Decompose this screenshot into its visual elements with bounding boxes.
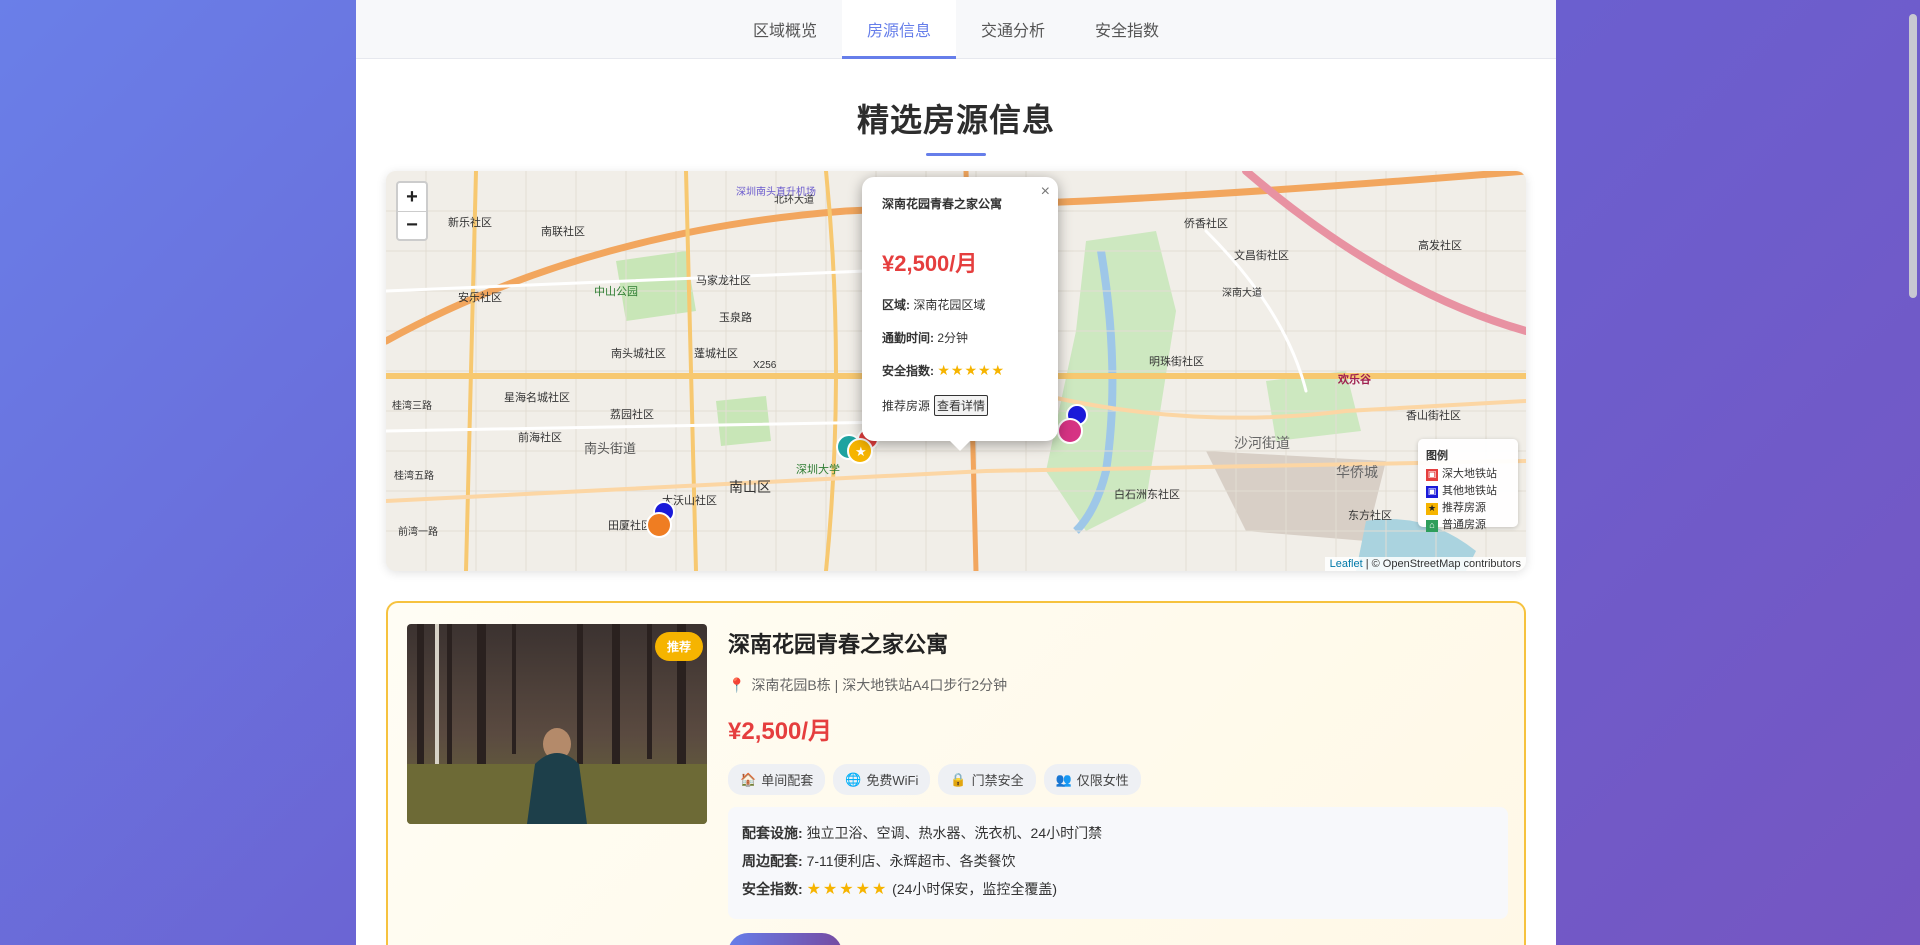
svg-text:东方社区: 东方社区 bbox=[1348, 508, 1392, 522]
svg-text:X256: X256 bbox=[753, 360, 777, 371]
svg-text:玉泉路: 玉泉路 bbox=[719, 310, 752, 324]
tab-area-overview[interactable]: 区域概览 bbox=[728, 0, 842, 58]
tab-safety[interactable]: 安全指数 bbox=[1070, 0, 1184, 58]
title-underline bbox=[926, 153, 986, 156]
svg-text:高发社区: 高发社区 bbox=[1418, 238, 1462, 252]
listing-price: ¥2,500/月 bbox=[728, 718, 833, 745]
svg-text:深圳南头直升机场: 深圳南头直升机场 bbox=[736, 185, 816, 198]
listing-info: 深南花园青春之家公寓 📍 深南花园B栋 | 深大地铁站A4口步行2分钟 ¥2,5… bbox=[728, 627, 1508, 919]
svg-text:欢乐谷: 欢乐谷 bbox=[1337, 372, 1372, 386]
facilities-row: 配套设施: 独立卫浴、空调、热水器、洗衣机、24小时门禁 bbox=[742, 825, 1103, 841]
listing-popup: × 深南花园青春之家公寓 ¥2,500/月 区域: 深南花园区域 通勤时间: 2… bbox=[862, 177, 1058, 451]
svg-text:田厦社区: 田厦社区 bbox=[608, 518, 652, 532]
metro-icon: ▣ bbox=[1426, 468, 1438, 481]
legend-item: ▣ 其他地铁站 bbox=[1426, 485, 1497, 498]
svg-text:桂湾五路: 桂湾五路 bbox=[394, 469, 434, 482]
tab-bar: 区域概览 房源信息 交通分析 安全指数 bbox=[356, 0, 1556, 59]
tag-security: 🔒 门禁安全 bbox=[938, 764, 1036, 795]
svg-text:前湾一路: 前湾一路 bbox=[398, 525, 438, 538]
tag-room-type: 🏠 单间配套 bbox=[728, 764, 826, 795]
svg-text:星海名城社区: 星海名城社区 bbox=[504, 390, 570, 404]
zoom-control: + − bbox=[396, 181, 428, 241]
listing-title[interactable]: 深南花园青春之家公寓 bbox=[728, 627, 1508, 659]
svg-text:文昌街社区: 文昌街社区 bbox=[1234, 248, 1289, 262]
page-scrollbar[interactable] bbox=[1909, 14, 1917, 298]
svg-text:南山区: 南山区 bbox=[729, 479, 771, 495]
tab-traffic[interactable]: 交通分析 bbox=[956, 0, 1070, 58]
zoom-in-button[interactable]: + bbox=[398, 183, 426, 211]
house-icon: ⌂ bbox=[1426, 519, 1438, 532]
star-icon: ★ bbox=[1426, 502, 1438, 515]
svg-text:★: ★ bbox=[855, 444, 867, 459]
popup-close-button[interactable]: × bbox=[1041, 183, 1050, 201]
svg-text:明珠街社区: 明珠街社区 bbox=[1149, 354, 1204, 368]
popup-footer: 推荐房源 查看详情 bbox=[882, 395, 1038, 416]
star-rating: ★★★★★ bbox=[937, 362, 1006, 378]
recommended-badge: 推荐 bbox=[655, 632, 704, 661]
content-card: 区域概览 房源信息 交通分析 安全指数 精选房源信息 新乐社区 南联社区 安乐社… bbox=[356, 0, 1556, 945]
house-icon: 🏠 bbox=[740, 771, 757, 787]
surroundings-row: 周边配套: 7-11便利店、永辉超市、各类餐饮 bbox=[742, 853, 1016, 869]
svg-text:侨香社区: 侨香社区 bbox=[1184, 216, 1228, 230]
zoom-out-button[interactable]: − bbox=[398, 211, 426, 239]
tab-listings[interactable]: 房源信息 bbox=[841, 0, 957, 59]
svg-text:前海社区: 前海社区 bbox=[518, 430, 562, 444]
svg-text:南头街道: 南头街道 bbox=[584, 441, 636, 456]
legend-item: ★ 推荐房源 bbox=[1426, 502, 1486, 515]
legend-title: 图例 bbox=[1426, 450, 1448, 462]
legend-item: ▣ 深大地铁站 bbox=[1426, 468, 1497, 481]
svg-text:白石洲东社区: 白石洲东社区 bbox=[1114, 487, 1180, 501]
popup-price: ¥2,500/月 bbox=[882, 251, 978, 276]
svg-text:中山公园: 中山公园 bbox=[594, 285, 638, 298]
svg-text:深圳大学: 深圳大学 bbox=[796, 462, 840, 476]
listing-card[interactable]: 推荐 深南花园青春之家公寓 📍 深南花园B栋 | 深大地铁站A4口步行2分钟 ¥… bbox=[386, 601, 1526, 945]
map-legend: 图例 ▣ 深大地铁站 ▣ 其他地铁站 ★ 推荐房源 ⌂ 普通房源 bbox=[1418, 439, 1518, 532]
tag-wifi: 🌐 免费WiFi bbox=[833, 764, 931, 795]
svg-text:深南大道: 深南大道 bbox=[1222, 286, 1262, 299]
popup-safety: 安全指数: ★★★★★ bbox=[882, 362, 1006, 378]
location-pin-icon: 📍 bbox=[728, 676, 746, 693]
lock-icon: 🔒 bbox=[950, 771, 967, 787]
safety-row: 安全指数: ★★★★★ (24小时保安，监控全覆盖) bbox=[742, 881, 1058, 898]
section-title: 精选房源信息 bbox=[856, 102, 1055, 138]
globe-icon: 🌐 bbox=[845, 771, 862, 787]
map-attribution: Leaflet | © OpenStreetMap contributors bbox=[1324, 557, 1526, 571]
view-details-button[interactable]: 查看详情 bbox=[934, 395, 989, 416]
legend-item: ⌂ 普通房源 bbox=[1426, 517, 1510, 534]
svg-text:马家龙社区: 马家龙社区 bbox=[696, 273, 751, 287]
svg-text:华侨城: 华侨城 bbox=[1336, 464, 1378, 480]
svg-text:南联社区: 南联社区 bbox=[541, 224, 585, 238]
people-icon: 👥 bbox=[1055, 771, 1072, 787]
svg-text:安乐社区: 安乐社区 bbox=[458, 290, 502, 304]
svg-text:蓬城社区: 蓬城社区 bbox=[694, 346, 738, 360]
popup-commute: 通勤时间: 2分钟 bbox=[882, 331, 969, 345]
svg-text:桂湾三路: 桂湾三路 bbox=[392, 399, 432, 412]
svg-text:新乐社区: 新乐社区 bbox=[448, 215, 492, 229]
listing-details: 配套设施: 独立卫浴、空调、热水器、洗衣机、24小时门禁 周边配套: 7-11便… bbox=[728, 807, 1508, 919]
svg-text:南头城社区: 南头城社区 bbox=[611, 346, 666, 360]
map-view[interactable]: 新乐社区 南联社区 安乐社区 中山公园 马家龙社区 玉泉路 南头城社区 蓬城社区… bbox=[386, 171, 1526, 571]
svg-text:荔园社区: 荔园社区 bbox=[610, 407, 654, 421]
popup-area: 区域: 深南花园区域 bbox=[882, 298, 986, 312]
metro-icon: ▣ bbox=[1426, 485, 1438, 498]
contact-button[interactable] bbox=[728, 933, 842, 945]
svg-text:香山街社区: 香山街社区 bbox=[1406, 408, 1461, 422]
tag-female-only: 👥 仅限女性 bbox=[1043, 764, 1141, 795]
leaflet-link[interactable]: Leaflet bbox=[1330, 558, 1363, 570]
svg-text:沙河街道: 沙河街道 bbox=[1234, 435, 1290, 451]
listing-address: 📍 深南花园B栋 | 深大地铁站A4口步行2分钟 bbox=[728, 676, 1008, 694]
popup-title: 深南花园青春之家公寓 bbox=[882, 197, 1003, 211]
star-rating: ★★★★★ bbox=[806, 881, 889, 898]
feature-tags: 🏠 单间配套 🌐 免费WiFi 🔒 门禁安全 👥 仅限女性 bbox=[728, 764, 1508, 795]
